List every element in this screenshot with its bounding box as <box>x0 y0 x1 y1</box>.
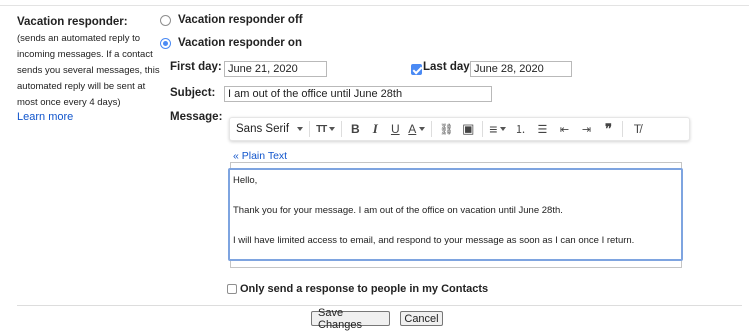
last-day-label: Last day: <box>423 61 474 73</box>
bulleted-list-button[interactable]: ☰ <box>534 119 550 139</box>
toolbar-divider <box>431 121 433 137</box>
link-icon: ⛓ <box>439 123 454 136</box>
text-color-button[interactable]: A <box>408 119 426 139</box>
text-color-icon: A <box>408 122 417 136</box>
font-family-select[interactable]: Sans Serif <box>236 119 304 139</box>
image-button[interactable]: ▣ <box>460 119 476 139</box>
toolbar-divider <box>482 121 484 137</box>
indent-more-button[interactable]: ⇥ <box>578 119 594 139</box>
numbered-list-icon: ⒈ <box>514 124 526 136</box>
cancel-button[interactable]: Cancel <box>400 311 443 326</box>
first-day-label: First day: <box>170 61 222 73</box>
bold-icon: B <box>350 122 360 136</box>
last-day-checkbox[interactable] <box>411 64 422 75</box>
message-line: Thank you for your message. I am out of … <box>233 205 563 216</box>
message-line: I will have limited access to email, and… <box>233 235 635 246</box>
toolbar-divider <box>341 121 343 137</box>
indent-more-icon: ⇥ <box>581 123 592 136</box>
remove-formatting-button[interactable]: T̸ <box>629 119 645 139</box>
first-day-input[interactable]: June 21, 2020 <box>224 61 327 77</box>
font-size-icon: TT <box>316 123 327 135</box>
responder-off-radio[interactable] <box>160 14 171 26</box>
bold-button[interactable]: B <box>348 119 362 139</box>
responder-off-option[interactable]: Vacation responder off <box>160 14 303 26</box>
last-day-input[interactable]: June 28, 2020 <box>470 61 572 77</box>
learn-more-link[interactable]: Learn more <box>17 111 73 123</box>
chevron-down-icon <box>329 127 336 131</box>
bulleted-list-icon: ☰ <box>537 123 548 136</box>
italic-icon: I <box>372 121 378 136</box>
message-blank-line <box>233 218 678 233</box>
contacts-only-option[interactable]: Only send a response to people in my Con… <box>227 283 488 295</box>
link-button[interactable]: ⛓ <box>438 119 454 139</box>
contacts-only-label: Only send a response to people in my Con… <box>240 283 489 295</box>
responder-on-option[interactable]: Vacation responder on <box>160 37 302 49</box>
toolbar-divider <box>309 121 311 137</box>
plain-text-link[interactable]: « Plain Text <box>233 150 287 162</box>
underline-button[interactable]: U <box>388 119 402 139</box>
underline-icon: U <box>390 122 400 136</box>
responder-on-label: Vacation responder on <box>178 37 302 49</box>
message-line: Hello, <box>233 175 258 186</box>
message-label: Message: <box>170 111 223 123</box>
contacts-only-checkbox[interactable] <box>227 284 237 294</box>
message-editor[interactable]: Hello, Thank you for your message. I am … <box>228 168 683 261</box>
font-size-button[interactable]: TT <box>316 119 336 139</box>
indent-less-icon: ⇤ <box>559 123 570 136</box>
vacation-responder-description: (sends an automated reply to incoming me… <box>17 33 160 108</box>
chevron-down-icon <box>500 127 507 131</box>
vacation-responder-label: Vacation responder: <box>17 16 128 28</box>
responder-on-radio[interactable] <box>160 37 171 49</box>
quote-button[interactable]: ❞ <box>600 119 616 139</box>
italic-button[interactable]: I <box>368 119 382 139</box>
save-changes-button[interactable]: Save Changes <box>311 307 390 331</box>
formatting-toolbar: Sans Serif TT B I U A ⛓ ▣ ≡ ⒈ ☰ ⇤ ⇥ ❞ T̸ <box>229 117 690 141</box>
chevron-down-icon <box>297 127 304 131</box>
align-button[interactable]: ≡ <box>489 119 507 139</box>
indent-less-button[interactable]: ⇤ <box>556 119 572 139</box>
chevron-down-icon <box>419 127 426 131</box>
subject-label: Subject: <box>170 87 216 99</box>
top-divider <box>0 5 749 6</box>
remove-formatting-icon: T̸ <box>633 122 642 136</box>
subject-input[interactable]: I am out of the office until June 28th <box>224 86 492 102</box>
toolbar-divider <box>622 121 624 137</box>
responder-off-label: Vacation responder off <box>178 14 303 26</box>
image-icon: ▣ <box>462 121 475 136</box>
quote-icon: ❞ <box>604 121 612 136</box>
message-blank-line <box>233 188 678 203</box>
font-family-value: Sans Serif <box>236 123 290 135</box>
numbered-list-button[interactable]: ⒈ <box>512 119 528 139</box>
align-icon: ≡ <box>489 121 498 137</box>
